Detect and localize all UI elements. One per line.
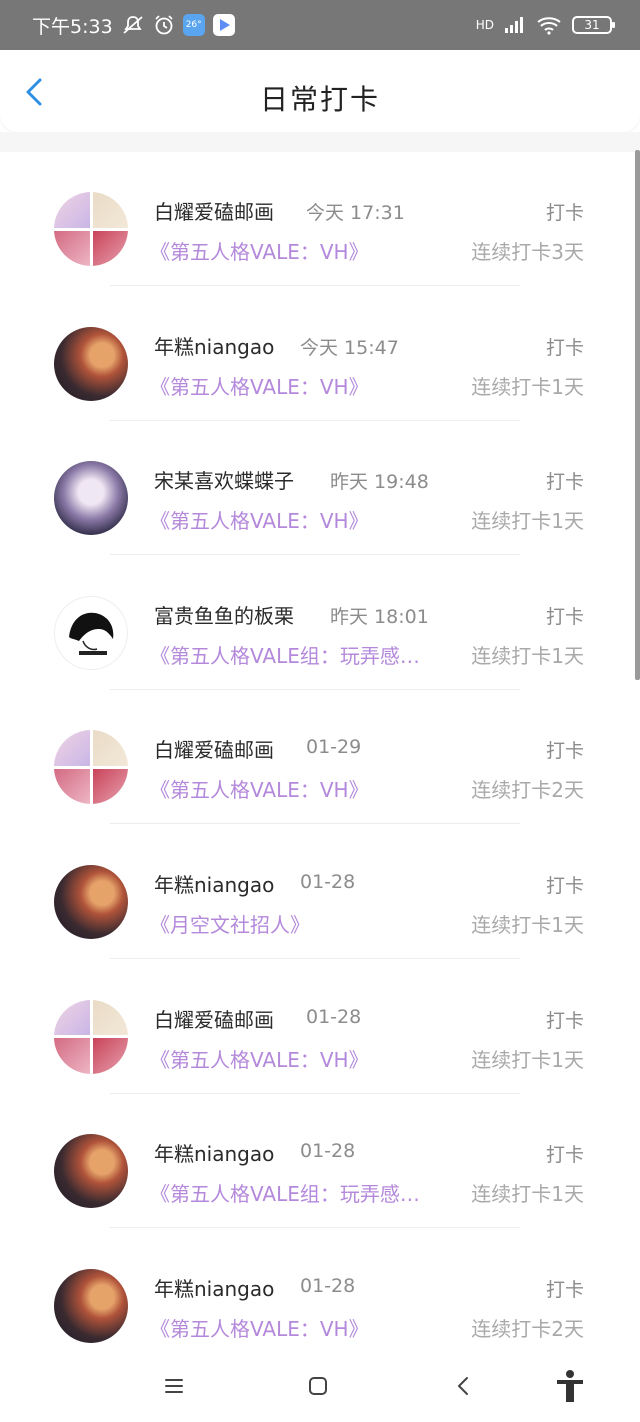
user-name[interactable]: 年糕niangao (154, 1138, 274, 1167)
book-title[interactable]: 《第五人格VALE组：玩弄感… (150, 640, 420, 669)
streak-text: 连续打卡1天 (471, 643, 584, 668)
video-app-icon (212, 14, 235, 36)
checkin-row[interactable]: 年糕niangao 01-28 打卡 《第五人格VALE：VH》 连续打卡2天 (0, 1229, 640, 1364)
checkin-time: 今天 17:31 (306, 202, 405, 224)
status-bar: 下午5:33 26° HD 31 (0, 0, 640, 50)
mute-icon (121, 14, 145, 36)
alarm-icon (153, 14, 175, 36)
checkin-list: 白耀爱磕邮画 今天 17:31 打卡 《第五人格VALE：VH》 连续打卡3天 … (0, 152, 640, 1363)
checkin-row[interactable]: 白耀爱磕邮画 01-28 打卡 《第五人格VALE：VH》 连续打卡1天 (0, 960, 640, 1095)
checkin-time: 01-28 (300, 1140, 356, 1163)
status-left: 下午5:33 26° (32, 12, 235, 39)
streak-text: 连续打卡1天 (471, 1182, 584, 1207)
accessibility-icon (557, 1370, 583, 1402)
streak-text: 连续打卡1天 (471, 912, 584, 937)
checkin-time: 今天 15:47 (300, 336, 399, 359)
book-title[interactable]: 《月空文社招人》 (150, 909, 310, 938)
user-name[interactable]: 富贵鱼鱼的板栗 (154, 600, 294, 629)
clock: 下午5:33 (32, 15, 113, 38)
checkin-row[interactable]: 年糕niangao 01-28 打卡 《第五人格VALE组：玩弄感… 连续打卡1… (0, 1094, 640, 1229)
checkin-tag: 打卡 (545, 874, 584, 897)
book-title[interactable]: 《第五人格VALE：VH》 (150, 505, 369, 534)
checkin-row[interactable]: 白耀爱磕邮画 01-29 打卡 《第五人格VALE：VH》 连续打卡2天 (0, 690, 640, 825)
streak-text: 连续打卡2天 (471, 778, 584, 803)
book-title[interactable]: 《第五人格VALE：VH》 (150, 371, 369, 400)
checkin-tag: 打卡 (545, 336, 584, 359)
accessibility-button[interactable] (552, 1368, 588, 1404)
checkin-tag: 打卡 (545, 1278, 584, 1301)
home-button[interactable] (300, 1368, 336, 1404)
book-title[interactable]: 《第五人格VALE：VH》 (150, 236, 369, 265)
menu-button[interactable] (156, 1368, 192, 1404)
nav-back-button[interactable] (446, 1368, 482, 1404)
book-title[interactable]: 《第五人格VALE：VH》 (150, 774, 369, 803)
checkin-tag: 打卡 (545, 1144, 584, 1167)
header-spacer (0, 132, 640, 152)
avatar[interactable] (54, 595, 128, 670)
avatar[interactable] (54, 461, 128, 536)
avatar[interactable] (54, 730, 128, 805)
network-label: HD (475, 18, 494, 32)
checkin-row[interactable]: 年糕niangao 今天 15:47 打卡 《第五人格VALE：VH》 连续打卡… (0, 287, 640, 422)
checkin-tag: 打卡 (545, 740, 584, 763)
streak-text: 连续打卡3天 (471, 240, 584, 264)
menu-icon (165, 1379, 183, 1393)
checkin-row[interactable]: 富贵鱼鱼的板栗 昨天 18:01 打卡 《第五人格VALE组：玩弄感… 连续打卡… (0, 556, 640, 691)
app-header: 日常打卡 (0, 50, 640, 132)
scrollbar[interactable] (635, 150, 640, 680)
checkin-tag: 打卡 (545, 471, 584, 494)
avatar[interactable] (54, 1134, 128, 1209)
checkin-row[interactable]: 年糕niangao 01-28 打卡 《月空文社招人》 连续打卡1天 (0, 825, 640, 960)
avatar[interactable] (54, 999, 128, 1074)
avatar[interactable] (54, 864, 128, 939)
book-title[interactable]: 《第五人格VALE组：玩弄感… (150, 1178, 420, 1207)
battery-indicator: 31 (572, 16, 615, 34)
weather-icon: 26° (182, 14, 205, 36)
checkin-tag: 打卡 (545, 202, 584, 224)
streak-text: 连续打卡1天 (471, 1047, 584, 1072)
back-icon (458, 1377, 468, 1395)
checkin-time: 昨天 19:48 (330, 471, 429, 494)
avatar[interactable] (54, 326, 128, 401)
streak-text: 连续打卡1天 (471, 509, 584, 534)
status-right: HD 31 (475, 15, 615, 35)
checkin-tag: 打卡 (545, 605, 584, 628)
checkin-row[interactable]: 宋某喜欢蝶蝶子 昨天 19:48 打卡 《第五人格VALE：VH》 连续打卡1天 (0, 421, 640, 556)
streak-text: 连续打卡1天 (471, 374, 584, 399)
user-name[interactable]: 宋某喜欢蝶蝶子 (154, 465, 294, 494)
book-title[interactable]: 《第五人格VALE：VH》 (150, 1044, 369, 1073)
user-name[interactable]: 年糕niangao (154, 331, 274, 360)
checkin-row[interactable]: 白耀爱磕邮画 今天 17:31 打卡 《第五人格VALE：VH》 连续打卡3天 (0, 152, 640, 287)
checkin-time: 01-29 (306, 736, 362, 759)
system-nav-bar (0, 1350, 640, 1422)
user-name[interactable]: 年糕niangao (154, 1273, 274, 1302)
page-title: 日常打卡 (259, 83, 380, 116)
avatar[interactable] (54, 1268, 128, 1343)
wifi-icon (536, 15, 562, 35)
home-icon (309, 1377, 327, 1395)
user-name[interactable]: 白耀爱磕邮画 (154, 196, 274, 225)
user-name[interactable]: 白耀爱磕邮画 (154, 734, 274, 763)
checkin-time: 昨天 18:01 (330, 605, 429, 628)
book-title[interactable]: 《第五人格VALE：VH》 (150, 1313, 369, 1342)
checkin-time: 01-28 (300, 870, 356, 893)
checkin-time: 01-28 (300, 1274, 356, 1297)
checkin-time: 01-28 (306, 1005, 362, 1028)
signal-icon (504, 16, 526, 34)
avatar[interactable] (54, 192, 128, 266)
checkin-tag: 打卡 (545, 1009, 584, 1032)
user-name[interactable]: 年糕niangao (154, 869, 274, 898)
user-name[interactable]: 白耀爱磕邮画 (154, 1004, 274, 1033)
streak-text: 连续打卡2天 (471, 1316, 584, 1341)
